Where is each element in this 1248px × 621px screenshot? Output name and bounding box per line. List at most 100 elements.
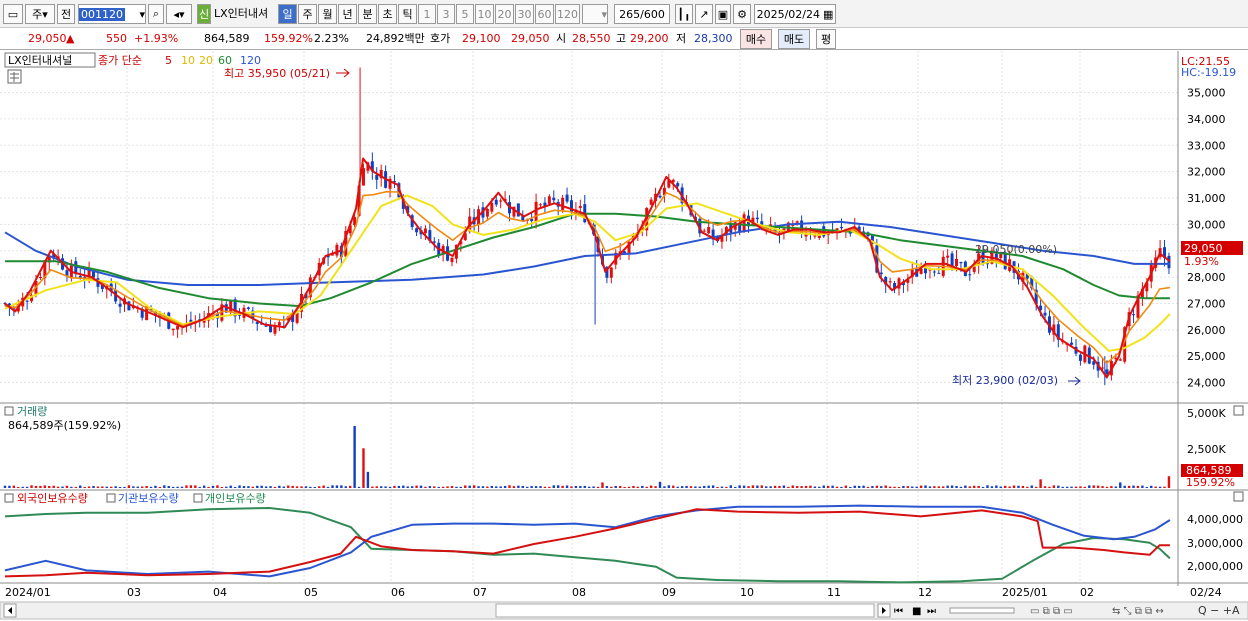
candle-body <box>932 271 936 273</box>
holdings-foreign-label: 외국인보유수량 <box>17 492 88 505</box>
volume-bar <box>534 486 538 488</box>
trend-icon[interactable]: ↗ <box>695 4 713 24</box>
holdings-panel-close-icon[interactable] <box>1233 491 1244 502</box>
interval-5[interactable]: 5 <box>456 4 474 24</box>
next-page-icon[interactable]: ⏭ <box>927 606 936 617</box>
speaker-icon[interactable]: ◂▾ <box>166 4 192 24</box>
prev-button[interactable]: 전 <box>57 4 75 24</box>
mode-select[interactable]: 주 ▾ <box>25 4 55 24</box>
candle-body <box>375 174 379 180</box>
volume-bar <box>220 487 224 488</box>
toolbar: ▭ 주 ▾ 전 001120 ▾ ⌕ ◂▾ 신 LX인터내셔 일 주 월 년 분 초… <box>0 0 1248 28</box>
candle-body <box>176 325 180 330</box>
volume-bar <box>782 485 786 488</box>
volume-panel-close-icon[interactable] <box>1233 405 1244 416</box>
count-field[interactable]: 265/600 <box>614 4 670 24</box>
low-annotation: 최저 23,900 (02/03) <box>952 374 1058 387</box>
candle-body <box>707 227 711 234</box>
layout-icons[interactable]: ▭ ⧉ ⧉ ▭ <box>1030 606 1073 617</box>
volume-bar <box>198 486 201 488</box>
code-input[interactable]: 001120 ▾ <box>78 4 146 24</box>
volume-bar <box>25 486 29 488</box>
first-page-icon[interactable]: ⏮ <box>894 606 903 617</box>
search-icon[interactable]: ⌕ <box>148 4 164 24</box>
volume-bar <box>282 486 286 488</box>
volume-bar <box>835 486 839 488</box>
volume-bar <box>61 486 64 488</box>
volume-bar <box>911 486 914 488</box>
date-field[interactable]: 2025/02/24 ▦ <box>754 4 836 24</box>
period-year[interactable]: 년 <box>338 4 357 24</box>
volume-bar <box>1026 486 1029 488</box>
volume-panel-icon[interactable] <box>4 406 14 416</box>
volume-bar <box>641 485 644 488</box>
period-week[interactable]: 주 <box>298 4 317 24</box>
holdings-individual-icon[interactable] <box>193 493 203 503</box>
candle-body <box>1118 359 1122 361</box>
volume-bar <box>1136 485 1140 488</box>
interval-3[interactable]: 3 <box>437 4 455 24</box>
calendar-icon[interactable]: ▦ <box>823 8 833 21</box>
volume-bar <box>238 485 241 488</box>
sell-button[interactable]: 매도 <box>778 29 810 49</box>
period-month[interactable]: 월 <box>318 4 337 24</box>
volume-bar <box>928 486 932 488</box>
stop-icon[interactable]: ■ <box>912 606 921 617</box>
period-minute[interactable]: 분 <box>358 4 377 24</box>
volume-tick-2500k: 2,500K <box>1187 443 1226 456</box>
interval-120[interactable]: 120 <box>555 4 580 24</box>
volume-bar <box>477 486 480 488</box>
holdings-institution-icon[interactable] <box>106 493 116 503</box>
period-day[interactable]: 일 <box>278 4 297 24</box>
save-icon[interactable]: ▣ <box>715 4 731 24</box>
volume-bar <box>207 486 210 488</box>
candle-body <box>118 303 122 307</box>
scroll-thumb[interactable] <box>495 603 875 618</box>
buy-button[interactable]: 매수 <box>740 29 772 49</box>
interval-30[interactable]: 30 <box>515 4 534 24</box>
interval-60[interactable]: 60 <box>535 4 554 24</box>
volume-bar <box>145 485 148 488</box>
volume-bar <box>773 485 777 488</box>
volume-bar <box>1012 485 1016 488</box>
volume-bar <box>118 486 122 488</box>
volume-last-pct: 159.92% <box>1186 476 1235 489</box>
interval-10[interactable]: 10 <box>475 4 494 24</box>
interval-select[interactable]: ▾ <box>582 4 608 24</box>
scroll-bar[interactable]: ⏮ ■ ⏭ ▭ ⧉ ⧉ ▭ ⇆ ⤡ ⧉ ⧉ ↔ Q − + A <box>0 601 1248 620</box>
volume-bar <box>291 485 294 488</box>
interval-1[interactable]: 1 <box>418 4 436 24</box>
window-menu-icon[interactable]: ▭ <box>3 4 23 24</box>
volume-bar <box>344 486 347 488</box>
volume-bar <box>508 485 511 488</box>
volume-bar <box>189 485 193 488</box>
gear-icon[interactable]: ⚙ <box>733 4 751 24</box>
volume-bar <box>574 485 578 488</box>
volume-bar <box>110 486 113 488</box>
volume-bar <box>632 485 635 488</box>
font-size-icon[interactable]: A <box>1232 604 1240 617</box>
interval-20[interactable]: 20 <box>495 4 514 24</box>
zoom-slider[interactable] <box>949 607 1015 614</box>
x-label-07: 07 <box>473 586 487 599</box>
volume-bar <box>30 485 33 488</box>
volume-bar <box>512 486 516 488</box>
high-price: 29,200 <box>630 32 669 45</box>
volume-bar <box>703 485 706 488</box>
date-value: 2025/02/24 <box>756 7 820 21</box>
trade-amount: 24,892백만 <box>366 32 425 45</box>
tool-icons[interactable]: ⇆ ⤡ ⧉ ⧉ ↔ <box>1112 606 1164 617</box>
zoom-buttons[interactable]: Q − + <box>1198 604 1232 617</box>
average-button[interactable]: 평 <box>816 29 836 49</box>
candle-icon[interactable]: ┃╻ <box>675 4 693 24</box>
volume-bar <box>570 486 573 488</box>
change-pct: +1.93% <box>134 32 179 45</box>
price-tick: 31,000 <box>1187 192 1226 205</box>
count-total: /600 <box>640 7 665 21</box>
legend-ma20: 20 <box>199 54 213 67</box>
period-second[interactable]: 초 <box>378 4 397 24</box>
holdings-panel-icon[interactable] <box>4 493 14 503</box>
candle-body <box>25 300 29 302</box>
period-tick[interactable]: 틱 <box>398 4 417 24</box>
volume-bar <box>433 486 436 488</box>
